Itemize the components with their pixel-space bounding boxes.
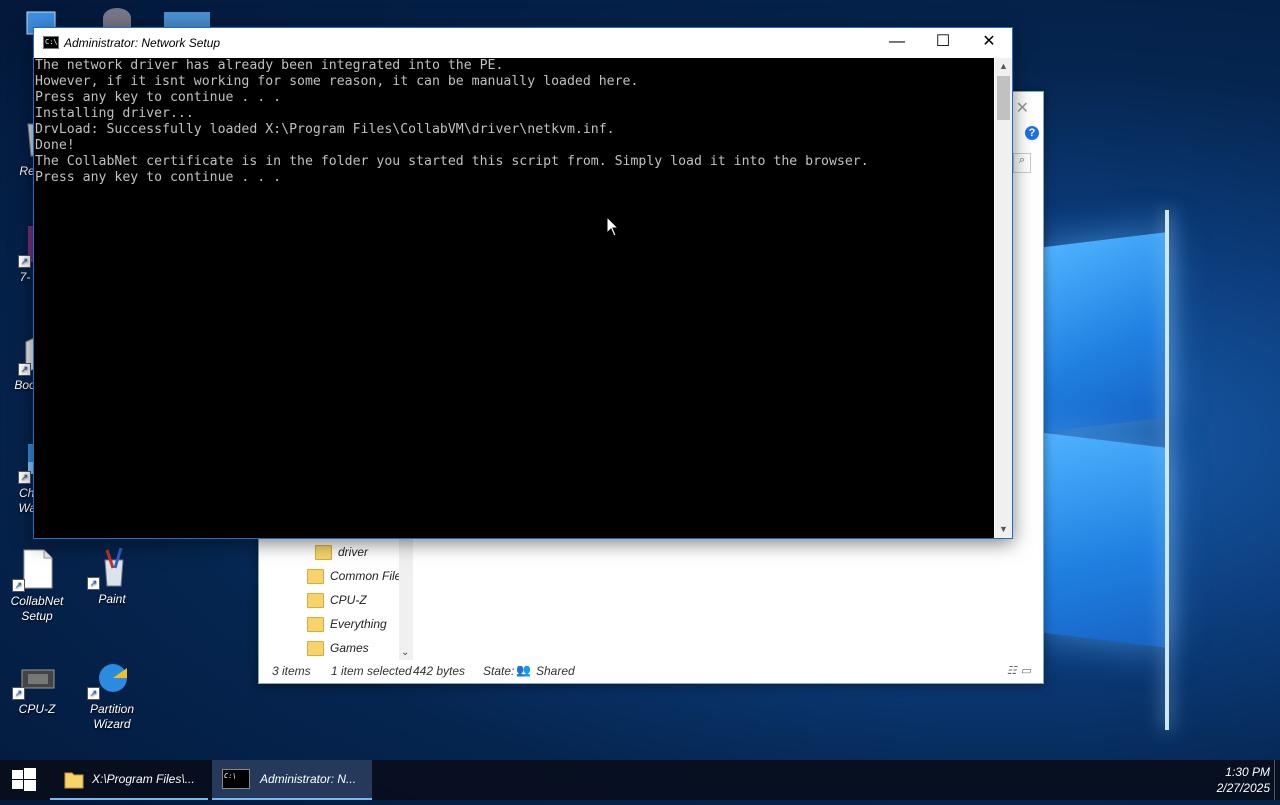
taskbar-item-explorer[interactable]: X:\Program Files\... [50, 760, 208, 800]
status-item-count: 3 items [272, 664, 311, 678]
tree-scrollbar[interactable]: ⌄ [399, 537, 413, 660]
scroll-down-icon[interactable]: ▼ [995, 521, 1012, 538]
cmd-icon: C:\ [43, 36, 59, 49]
folder-icon [315, 544, 332, 560]
minimize-button[interactable]: — [874, 28, 920, 58]
start-button[interactable] [0, 760, 48, 800]
tree-item-label: driver [338, 545, 369, 559]
console-line: The CollabNet certificate is in the fold… [35, 154, 869, 169]
monitor-chart-icon [164, 12, 210, 28]
search-icon[interactable]: ⌕ [1013, 153, 1031, 173]
desktop-icon-collabnet-setup[interactable]: ↗ CollabNet Setup [2, 548, 72, 624]
status-bar: 3 items 1 item selected 442 bytes State:… [259, 659, 1043, 683]
windows-start-icon [12, 768, 36, 791]
tree-item-label: Everything [330, 617, 387, 631]
folder-icon [307, 616, 324, 632]
scroll-thumb[interactable] [997, 76, 1010, 120]
status-state-value: Shared [536, 664, 575, 678]
console-line: However, if it isnt working for some rea… [35, 74, 639, 89]
desktop-icon-cpuz[interactable]: ↗ CPU-Z [2, 656, 72, 717]
tree-item-driver[interactable]: driver [315, 541, 368, 563]
tree-item-games[interactable]: Games [307, 637, 369, 659]
console-line: The network driver has already been inte… [35, 58, 504, 73]
tree-item-label: Common Files [330, 569, 408, 583]
close-button[interactable]: ✕ [966, 28, 1012, 58]
taskbar-item-label: Administrator: N... [260, 772, 357, 786]
disk-icon [103, 8, 131, 28]
desktop-icon-label: Paint [98, 592, 126, 606]
clock-date: 2/27/2025 [1216, 781, 1270, 795]
partition-wizard-icon: ↗ [87, 656, 131, 700]
console-line: Installing driver... [35, 106, 194, 121]
tree-item-label: Games [330, 641, 369, 655]
tree-item-cpu-z[interactable]: CPU-Z [307, 589, 367, 611]
folder-icon [64, 772, 84, 789]
windows-wallpaper-logo [1040, 150, 1280, 730]
document-icon: ↗ [12, 548, 56, 592]
taskbar-item-console[interactable]: C:\ Administrator: N... [212, 760, 372, 800]
console-scrollbar[interactable]: ▲ ▼ [995, 58, 1012, 538]
console-line: Press any key to continue . . . [35, 170, 282, 185]
status-size: 442 bytes [413, 664, 466, 678]
cpuz-icon: ↗ [12, 656, 56, 700]
status-selected: 1 item selected [331, 664, 412, 678]
console-output[interactable]: The network driver has already been inte… [34, 58, 994, 538]
desktop-icon-label: CollabNet Setup [10, 594, 64, 623]
chevron-down-icon[interactable]: ⌄ [401, 647, 409, 658]
taskbar: X:\Program Files\... C:\ Administrator: … [0, 760, 1280, 800]
desktop-icon-paint[interactable]: ↗ Paint [77, 546, 147, 607]
console-line: Done! [35, 138, 75, 153]
window-title: Administrator: Network Setup [64, 36, 221, 50]
console-window[interactable]: C:\ Administrator: Network Setup — ☐ ✕ T… [33, 27, 1013, 539]
console-titlebar[interactable]: C:\ Administrator: Network Setup — ☐ ✕ [34, 28, 1012, 58]
folder-icon [307, 568, 324, 584]
clock-time: 1:30 PM [1225, 765, 1270, 779]
console-line: Press any key to continue . . . [35, 90, 282, 105]
show-desktop-button[interactable] [1274, 760, 1280, 800]
paint-icon: ↗ [87, 546, 131, 590]
tree-item-common-files[interactable]: Common Files [307, 565, 407, 587]
tree-item-everything[interactable]: Everything [307, 613, 387, 635]
taskbar-item-label: X:\Program Files\... [92, 772, 195, 786]
cmd-icon: C:\ [222, 769, 250, 789]
system-clock[interactable]: 1:30 PM 2/27/2025 [1217, 764, 1270, 796]
desktop-icon-partition-wizard[interactable]: ↗ Partition Wizard [77, 656, 147, 732]
scroll-up-icon[interactable]: ▲ [995, 58, 1012, 75]
shared-users-icon: 👥 [516, 663, 531, 677]
folder-tree: driver Common Files CPU-Z Everything Gam… [259, 537, 414, 662]
view-mode-icons[interactable]: ☷▭ [1007, 664, 1035, 677]
desktop-icon-label: Partition Wizard [89, 702, 135, 731]
console-line: DrvLoad: Successfully loaded X:\Program … [35, 122, 615, 137]
explorer-close-icon[interactable]: ✕ [1016, 98, 1029, 118]
folder-icon [307, 640, 324, 656]
desktop-icon-label: CPU-Z [18, 702, 56, 716]
mouse-cursor-icon [606, 216, 620, 237]
help-icon[interactable]: ? [1025, 126, 1039, 140]
folder-icon [307, 592, 324, 608]
status-state-label: State: [483, 664, 515, 678]
tree-item-label: CPU-Z [330, 593, 367, 607]
maximize-button[interactable]: ☐ [920, 28, 966, 58]
